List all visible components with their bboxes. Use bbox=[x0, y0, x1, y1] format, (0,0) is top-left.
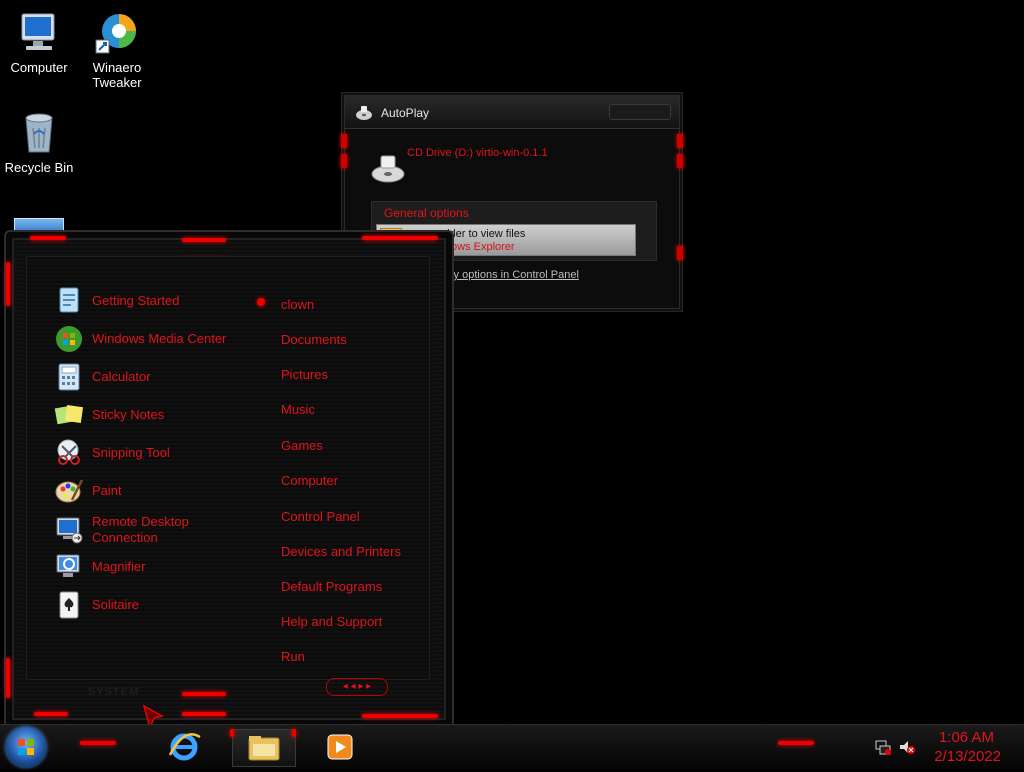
window-red-accent bbox=[677, 246, 683, 260]
start-button[interactable] bbox=[6, 727, 46, 767]
recycle-bin-icon bbox=[16, 110, 62, 156]
desktop-icon-recycle-bin[interactable]: Recycle Bin bbox=[2, 110, 76, 175]
program-item-calculator[interactable]: Calculator bbox=[54, 362, 151, 392]
program-label: Sticky Notes bbox=[92, 407, 165, 422]
program-label: Calculator bbox=[92, 369, 151, 384]
program-item-remote-desktop[interactable]: Remote Desktop Connection bbox=[54, 514, 189, 546]
program-item-paint[interactable]: Paint bbox=[54, 476, 122, 506]
menu-red-accent bbox=[182, 692, 226, 696]
place-games[interactable]: Games bbox=[281, 438, 323, 453]
window-red-accent bbox=[677, 154, 683, 168]
window-red-accent bbox=[341, 134, 347, 148]
program-label: Snipping Tool bbox=[92, 445, 170, 460]
place-music[interactable]: Music bbox=[281, 402, 315, 417]
program-label: Magnifier bbox=[92, 559, 146, 574]
menu-red-accent bbox=[6, 262, 10, 306]
volume-muted-icon[interactable] bbox=[898, 739, 916, 760]
red-bullet-icon bbox=[257, 298, 265, 306]
menu-red-accent bbox=[6, 658, 10, 698]
program-item-solitaire[interactable]: Solitaire bbox=[54, 590, 139, 620]
desktop-icon-computer[interactable]: Computer bbox=[2, 10, 76, 75]
window-red-accent bbox=[677, 134, 683, 148]
autoplay-app-icon bbox=[355, 105, 373, 126]
taskbar-red-accent bbox=[230, 729, 234, 737]
program-label: Remote Desktop bbox=[92, 514, 189, 529]
desktop-icon-label: Winaero Tweaker bbox=[92, 60, 142, 90]
system-label-decoration: SYSTEM bbox=[88, 686, 140, 698]
menu-red-accent bbox=[182, 712, 226, 716]
autoplay-titlebar[interactable]: AutoPlay bbox=[345, 96, 679, 129]
place-devices-and-printers[interactable]: Devices and Printers bbox=[281, 544, 401, 559]
place-documents[interactable]: Documents bbox=[281, 332, 347, 347]
window-red-accent bbox=[341, 154, 347, 168]
place-computer[interactable]: Computer bbox=[281, 473, 338, 488]
group-title: General options bbox=[384, 206, 469, 220]
menu-red-accent bbox=[362, 714, 438, 718]
program-label: Solitaire bbox=[92, 597, 139, 612]
solitaire-icon bbox=[54, 590, 84, 620]
program-item-getting-started[interactable]: Getting Started bbox=[54, 286, 179, 316]
internet-explorer-icon bbox=[168, 733, 201, 761]
program-item-magnifier[interactable]: Magnifier bbox=[54, 552, 145, 582]
sticky-notes-icon bbox=[54, 400, 84, 430]
program-label: Getting Started bbox=[92, 293, 180, 308]
cd-drive-icon bbox=[371, 154, 405, 189]
remote-desktop-icon bbox=[54, 515, 84, 545]
program-label: Windows Media Center bbox=[92, 331, 227, 346]
magnifier-icon bbox=[54, 552, 84, 582]
place-default-programs[interactable]: Default Programs bbox=[281, 579, 382, 594]
network-icon[interactable] bbox=[874, 739, 892, 760]
place-control-panel[interactable]: Control Panel bbox=[281, 509, 360, 524]
clock-date[interactable]: 2/13/2022 bbox=[934, 748, 1001, 765]
taskbar-internet-explorer[interactable] bbox=[164, 729, 204, 765]
media-center-icon bbox=[54, 324, 84, 354]
program-label-line2: Connection bbox=[92, 530, 158, 545]
taskbar-red-accent bbox=[292, 729, 296, 737]
taskbar-media-player[interactable] bbox=[320, 729, 360, 765]
program-label-group: Remote Desktop Connection bbox=[92, 514, 189, 546]
snipping-tool-icon bbox=[54, 438, 84, 468]
autoplay-title: AutoPlay bbox=[381, 106, 430, 120]
control-panel-link[interactable]: lay options in Control Panel bbox=[445, 269, 579, 281]
option-sublabel: ows Explorer bbox=[451, 241, 515, 253]
menu-red-accent bbox=[30, 236, 66, 240]
getting-started-icon bbox=[54, 286, 84, 316]
drive-label: CD Drive (D:) virtio-win-0.1.1 bbox=[407, 147, 548, 159]
taskbar: 1:06 AM 2/13/2022 bbox=[0, 724, 1024, 769]
desktop-icon-label: Recycle Bin bbox=[4, 160, 74, 175]
place-run[interactable]: Run bbox=[281, 649, 305, 664]
program-label: Paint bbox=[92, 483, 122, 498]
media-player-icon bbox=[327, 734, 353, 760]
windows-logo-icon bbox=[18, 739, 34, 755]
place-user-folder[interactable]: clown bbox=[281, 297, 314, 312]
scroll-arrows[interactable]: ◂ ◂ ▸ ▸ bbox=[326, 678, 388, 696]
taskbar-red-accent bbox=[80, 741, 116, 745]
desktop-icon-label: Computer bbox=[10, 60, 68, 75]
program-item-sticky-notes[interactable]: Sticky Notes bbox=[54, 400, 164, 430]
close-button[interactable] bbox=[609, 104, 671, 120]
clock-time[interactable]: 1:06 AM bbox=[939, 729, 994, 746]
place-pictures[interactable]: Pictures bbox=[281, 367, 328, 382]
calculator-icon bbox=[54, 362, 84, 392]
taskbar-windows-explorer[interactable] bbox=[232, 729, 296, 767]
desktop-icon-winaero-tweaker[interactable]: Winaero Tweaker bbox=[80, 10, 154, 90]
paint-icon bbox=[54, 476, 84, 506]
taskbar-red-accent bbox=[778, 741, 814, 745]
program-item-windows-media-center[interactable]: Windows Media Center bbox=[54, 324, 226, 354]
menu-red-accent bbox=[182, 238, 226, 242]
menu-red-accent bbox=[34, 712, 68, 716]
place-help-and-support[interactable]: Help and Support bbox=[281, 614, 382, 629]
windows-explorer-icon bbox=[248, 736, 280, 761]
program-item-snipping-tool[interactable]: Snipping Tool bbox=[54, 438, 170, 468]
computer-icon bbox=[16, 10, 62, 56]
menu-red-accent bbox=[362, 236, 438, 240]
winaero-tweaker-icon bbox=[94, 10, 140, 56]
